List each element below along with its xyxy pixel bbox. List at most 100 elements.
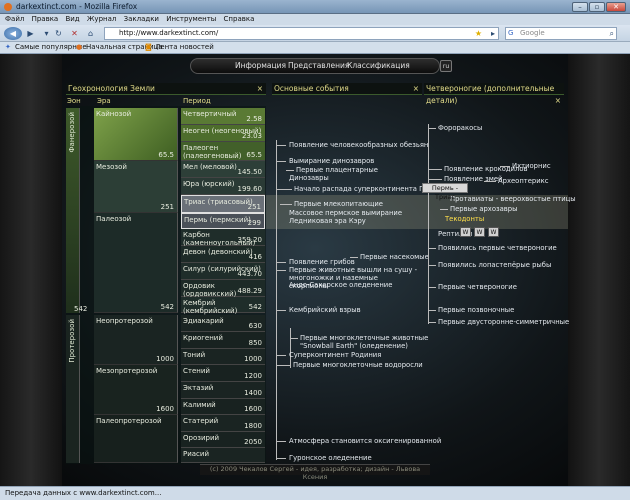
event-label[interactable]: Массовое пермское вымирание <box>289 209 402 217</box>
era-mesoproterozoic[interactable]: Мезопротерозой 1600 <box>94 365 178 415</box>
period-row[interactable]: Силур (силурийский) 443.70 <box>181 263 265 280</box>
tetrapod-label[interactable]: Текодонты <box>445 215 484 223</box>
wiki-button[interactable]: W <box>488 227 499 237</box>
menu-help[interactable]: Справка <box>224 14 255 25</box>
nav-info[interactable]: Информация <box>235 61 286 70</box>
col-period: Период <box>183 97 211 105</box>
event-label[interactable]: Первые насекомые <box>360 253 429 261</box>
eon-label: Протерозой <box>68 319 76 363</box>
era-neoproterozoic[interactable]: Неопротерозой 1000 <box>94 315 178 365</box>
maximize-button[interactable]: ▫ <box>589 2 605 12</box>
period-row[interactable]: Стений 1200 <box>181 365 265 382</box>
period-row-highlighted[interactable]: Пермь (пермский) 299 <box>181 213 265 229</box>
event-label[interactable]: Первые млекопитающие <box>294 200 383 208</box>
tetrapod-label[interactable]: Протавиаты - веерохвостые птицы <box>450 195 576 203</box>
eon-phanerozoic[interactable]: Фанерозой <box>66 108 80 313</box>
menu-edit[interactable]: Правка <box>32 14 59 25</box>
event-label[interactable]: Появление человекообразных обезьян <box>289 141 428 149</box>
tetrapod-label[interactable]: Археоптерикс <box>498 177 549 185</box>
period-row[interactable]: Орозирий 2050 <box>181 432 265 448</box>
address-bar[interactable]: http://www.darkextinct.com/ ★ ▸ <box>104 27 499 40</box>
tetrapod-label[interactable]: Фороракосы <box>438 124 482 132</box>
reload-icon[interactable]: ↻ <box>52 27 65 40</box>
event-label[interactable]: Атмосфера становится оксигенированной <box>289 437 441 445</box>
event-label[interactable]: Появление грибов <box>289 258 355 266</box>
stop-icon[interactable]: ✕ <box>68 27 81 40</box>
star-icon[interactable]: ★ <box>475 29 482 38</box>
menu-tools[interactable]: Инструменты <box>166 14 216 25</box>
close-panel-icon[interactable]: × <box>257 83 263 95</box>
period-row[interactable]: Четвертичный 2.58 <box>181 108 265 125</box>
event-label[interactable]: Первые многоклеточные водоросли <box>293 361 423 369</box>
wiki-button[interactable]: W <box>460 227 471 237</box>
event-label[interactable]: "Snowball Earth" (оледенение) <box>300 342 408 350</box>
tetrapod-label[interactable]: Появились лопастепёрые рыбы <box>438 261 551 269</box>
event-label[interactable]: Первые многоклеточные животные <box>300 334 428 342</box>
event-label[interactable]: Вымирание динозавров <box>289 157 374 165</box>
home-icon[interactable]: ⌂ <box>84 27 97 40</box>
event-label[interactable]: Суперконтинент Родиния <box>289 351 381 359</box>
period-row[interactable]: Эдиакарий 630 <box>181 315 265 332</box>
era-mesozoic[interactable]: Мезозой 251 <box>94 161 178 213</box>
period-row[interactable]: Ордовик (ордовикский) 488.29 <box>181 280 265 298</box>
tetrapod-label[interactable]: Первые архозавры <box>450 205 517 213</box>
minimize-button[interactable]: – <box>572 2 588 12</box>
menu-file[interactable]: Файл <box>5 14 24 25</box>
ru-flag-icon[interactable]: ru <box>440 60 452 72</box>
site-navigation: Информация Представления Классификация <box>190 58 440 74</box>
go-icon[interactable]: ▸ <box>491 29 495 38</box>
period-row[interactable]: Мел (меловой) 145.50 <box>181 161 265 178</box>
event-label[interactable]: Кембрийский взрыв <box>289 306 361 314</box>
period-row[interactable]: Карбон (каменноугольный) 359.20 <box>181 229 265 247</box>
event-label[interactable]: Первые плацентарные <box>296 166 378 174</box>
period-value: 488.29 <box>237 287 263 295</box>
period-row[interactable]: Кембрий (кембрийский) 542 <box>181 297 265 315</box>
event-label[interactable]: Гуронское оледенение <box>289 454 372 462</box>
era-paleozoic[interactable]: Палеозой 542 <box>94 213 178 313</box>
wiki-button[interactable]: W <box>474 227 485 237</box>
tetrapod-label[interactable]: Появление крокодилов <box>444 165 528 173</box>
period-row[interactable]: Девон (девонский) 416 <box>181 246 265 263</box>
period-row[interactable]: Эктазий 1400 <box>181 382 265 399</box>
period-row[interactable]: Риасий <box>181 448 265 463</box>
page-footer: (c) 2009 Чекалов Сергей - идея, разработ… <box>200 464 430 481</box>
era-cenozoic[interactable]: Кайнозой 65.5 <box>94 108 178 161</box>
period-row[interactable]: Палеоген (палеогеновый) 65.5 <box>181 142 265 161</box>
navigation-toolbar: ◀ ▶ ▾ ↻ ✕ ⌂ http://www.darkextinct.com/ … <box>0 25 630 42</box>
period-row[interactable]: Юра (юрский) 199.60 <box>181 178 265 195</box>
menu-bookmarks[interactable]: Закладки <box>124 14 159 25</box>
event-label[interactable]: Динозавры <box>289 174 329 182</box>
rss-icon: ◙ <box>145 43 152 51</box>
search-icon[interactable]: ⌕ <box>610 29 614 39</box>
period-label: Криогений <box>183 334 223 342</box>
tetrapod-label[interactable]: Первые двусторонне-симметричные <box>438 318 569 326</box>
tetrapod-label[interactable]: Появились первые четвероногие <box>438 244 557 252</box>
search-placeholder: Google <box>520 29 545 37</box>
nav-representations[interactable]: Представления <box>288 61 349 70</box>
close-panel-icon[interactable]: × <box>555 95 561 107</box>
tetrapod-label[interactable]: Первые позвоночные <box>438 306 514 314</box>
period-row[interactable]: Криогений 850 <box>181 332 265 349</box>
era-paleoproterozoic[interactable]: Палеопротерозой <box>94 415 178 463</box>
period-row[interactable]: Неоген (неогеновый) 23.03 <box>181 125 265 142</box>
tetrapod-label[interactable]: Первые четвероногие <box>438 283 517 291</box>
period-row[interactable]: Калимий 1600 <box>181 399 265 415</box>
period-row[interactable]: Тоний 1000 <box>181 349 265 365</box>
event-label[interactable]: Ледниковая эра Кэру <box>289 217 366 225</box>
status-bar: Передача данных с www.darkextinct.com... <box>0 486 630 500</box>
back-button[interactable]: ◀ <box>4 27 22 40</box>
nav-classification[interactable]: Классификация <box>347 61 410 70</box>
period-value: 1400 <box>244 389 262 397</box>
menu-history[interactable]: Журнал <box>87 14 116 25</box>
close-button[interactable]: ✕ <box>606 2 626 12</box>
col-era: Эра <box>97 97 111 105</box>
period-row-highlighted[interactable]: Триас (триасовый) 251 <box>181 195 265 213</box>
menu-view[interactable]: Вид <box>65 14 79 25</box>
period-row[interactable]: Статерий 1800 <box>181 415 265 432</box>
search-box[interactable]: G Google ⌕ <box>505 27 617 40</box>
event-label[interactable]: Андо-Сахарское оледенение <box>289 281 392 289</box>
bookmark-news-feed[interactable]: Лента новостей <box>155 43 214 51</box>
close-panel-icon[interactable]: × <box>413 83 419 95</box>
forward-button[interactable]: ▶ <box>24 27 37 40</box>
eon-proterozoic[interactable]: Протерозой <box>66 315 80 463</box>
